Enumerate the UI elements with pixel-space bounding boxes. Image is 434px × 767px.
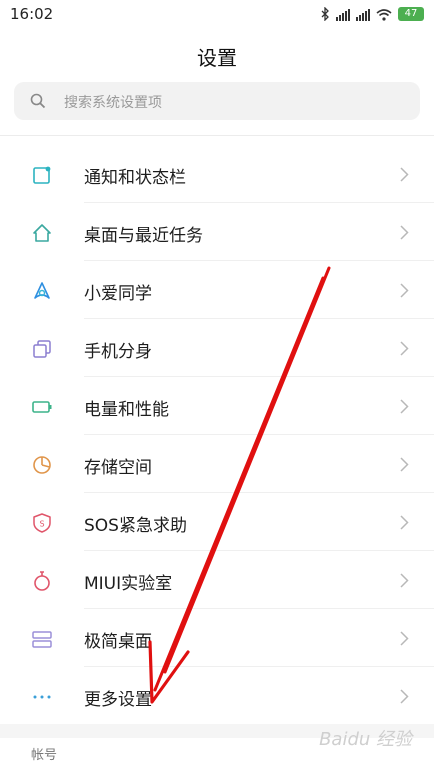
chevron-right-icon: [400, 631, 409, 646]
list-item-label: 小爱同学: [84, 284, 152, 304]
battery-icon: 47: [398, 7, 424, 21]
dual-phone-icon: [33, 340, 51, 358]
storage-icon: [33, 456, 51, 474]
lab-flask-icon: [34, 571, 50, 591]
page-title: 设置: [197, 46, 237, 70]
list-item-storage[interactable]: 存储空间: [0, 435, 434, 493]
list-item-dual-apps[interactable]: 手机分身: [0, 319, 434, 377]
section-header-account: 帐号: [31, 748, 58, 763]
chevron-right-icon: [400, 399, 409, 414]
sos-icon: S: [33, 513, 51, 533]
list-item-home[interactable]: 桌面与最近任务: [0, 203, 434, 261]
chevron-right-icon: [400, 573, 409, 588]
wifi-icon: [376, 8, 392, 21]
chevron-right-icon: [400, 515, 409, 530]
chevron-right-icon: [400, 283, 409, 298]
list-item-label: 存储空间: [84, 458, 152, 478]
chevron-right-icon: [400, 167, 409, 182]
signal-icon: [336, 8, 350, 21]
xiaoai-icon: [34, 282, 50, 299]
notification-icon: [33, 166, 51, 184]
simple-desktop-icon: [32, 631, 52, 648]
list-item-notifications[interactable]: 通知和状态栏: [0, 145, 434, 203]
battery-icon: [32, 401, 52, 413]
search-icon: [30, 93, 46, 109]
list-item-label: 极简桌面: [84, 632, 152, 652]
list-item-label: SOS紧急求助: [84, 516, 187, 536]
list-item-label: MIUI实验室: [84, 574, 173, 594]
list-item-battery[interactable]: 电量和性能: [0, 377, 434, 435]
list-item-label: 通知和状态栏: [84, 168, 186, 188]
chevron-right-icon: [400, 689, 409, 704]
svg-text:S: S: [39, 520, 44, 529]
divider: [0, 135, 434, 136]
home-icon: [33, 224, 51, 242]
status-time: 16:02: [10, 5, 54, 23]
chevron-right-icon: [400, 225, 409, 240]
list-item-simple-desktop[interactable]: 极简桌面: [0, 609, 434, 667]
status-icons: 47: [321, 6, 424, 22]
list-item-xiaoai[interactable]: 小爱同学: [0, 261, 434, 319]
list-item-label: 桌面与最近任务: [84, 226, 203, 246]
search-input[interactable]: 搜索系统设置项: [64, 92, 162, 112]
watermark: Baidu 经验: [319, 729, 412, 750]
signal-icon: [356, 8, 370, 21]
list-item-label: 电量和性能: [84, 400, 169, 420]
list-item-label: 手机分身: [84, 342, 152, 362]
list-item-sos[interactable]: S SOS紧急求助: [0, 493, 434, 551]
settings-list: 通知和状态栏 桌面与最近任务 小爱同学 手机分身 电量和性能 存储空间 S SO…: [0, 145, 434, 725]
list-item-label: 更多设置: [84, 690, 152, 710]
list-item-miui-lab[interactable]: MIUI实验室: [0, 551, 434, 609]
status-bar: 16:02 47: [0, 0, 434, 30]
list-item-more-settings[interactable]: 更多设置: [0, 667, 434, 725]
more-dots-icon: [33, 695, 51, 699]
chevron-right-icon: [400, 457, 409, 472]
bluetooth-icon: [321, 7, 329, 21]
chevron-right-icon: [400, 341, 409, 356]
search-box[interactable]: 搜索系统设置项: [14, 82, 420, 120]
